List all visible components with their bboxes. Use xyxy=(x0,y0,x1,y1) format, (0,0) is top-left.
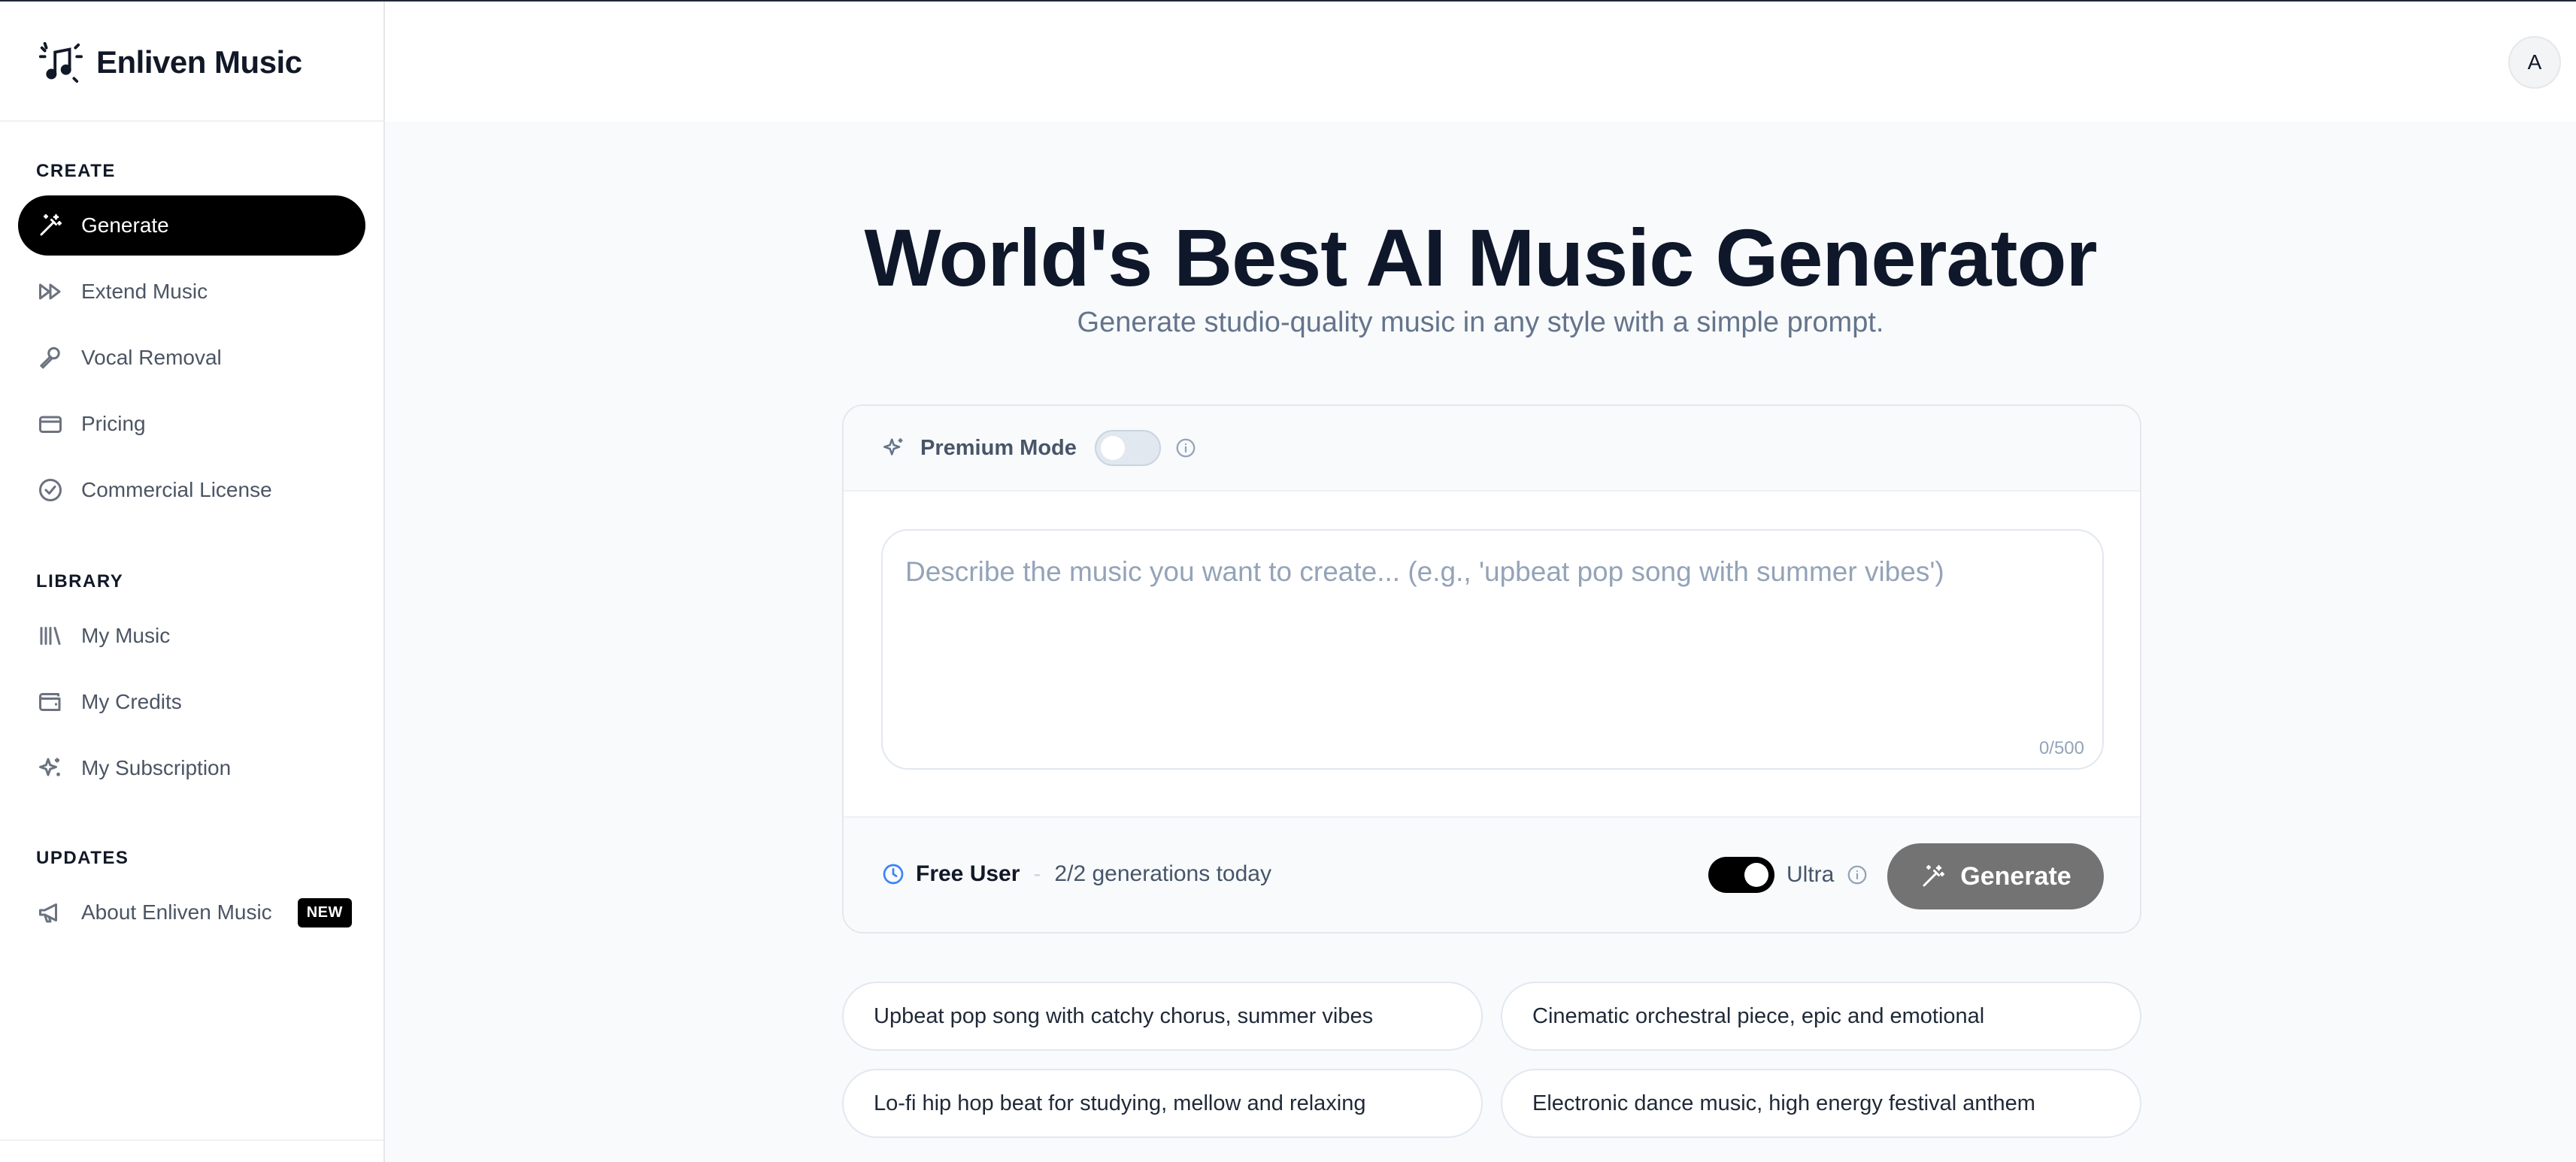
sidebar-item-my-music[interactable]: My Music xyxy=(18,606,365,666)
prompt-input[interactable] xyxy=(905,556,2078,729)
sidebar-item-label: Pricing xyxy=(81,412,146,435)
user-tier: Free User xyxy=(916,861,1020,886)
main-content: World's Best AI Music Generator Generate… xyxy=(385,122,2576,1162)
magic-wand-icon xyxy=(36,211,65,240)
top-header: A xyxy=(385,2,2576,122)
page-title: World's Best AI Music Generator xyxy=(864,212,2097,303)
ultra-toggle[interactable] xyxy=(1708,857,1774,893)
premium-mode-label: Premium Mode xyxy=(920,435,1077,460)
premium-mode-toggle[interactable] xyxy=(1094,430,1161,466)
sparkles-icon xyxy=(881,435,907,461)
user-avatar[interactable]: A xyxy=(2508,36,2561,89)
sidebar-divider xyxy=(0,120,383,122)
sidebar-item-label: Vocal Removal xyxy=(81,346,222,369)
ultra-label: Ultra xyxy=(1787,862,1835,887)
sidebar-item-about[interactable]: About Enliven Music NEW xyxy=(18,882,365,943)
generate-button-label: Generate xyxy=(1960,861,2071,891)
new-badge: NEW xyxy=(297,897,352,927)
sidebar-item-pricing[interactable]: Pricing xyxy=(18,394,365,454)
sidebar-item-label: My Subscription xyxy=(81,756,232,779)
sidebar-item-vocal-removal[interactable]: Vocal Removal xyxy=(18,328,365,388)
sidebar-item-label: About Enliven Music xyxy=(81,900,272,924)
suggestion-chip[interactable]: Lo-fi hip hop beat for studying, mellow … xyxy=(842,1069,1483,1138)
ultra-control: Ultra xyxy=(1708,857,1868,893)
sidebar-item-generate[interactable]: Generate xyxy=(18,195,365,256)
sidebar-item-label: Extend Music xyxy=(81,280,208,303)
sidebar-item-label: Commercial License xyxy=(81,478,272,501)
sidebar-item-label: My Music xyxy=(81,624,171,647)
character-counter: 0/500 xyxy=(2038,738,2084,758)
section-label-library: LIBRARY xyxy=(36,571,124,592)
info-icon[interactable] xyxy=(1174,437,1197,459)
section-label-create: CREATE xyxy=(36,161,116,181)
page-subtitle: Generate studio-quality music in any sty… xyxy=(1077,307,1884,338)
generations-count: 2/2 generations today xyxy=(1054,861,1271,886)
section-label-updates: UPDATES xyxy=(36,848,129,868)
premium-mode-bar: Premium Mode xyxy=(844,406,2140,492)
microphone-icon xyxy=(36,343,65,372)
brand-name: Enliven Music xyxy=(96,44,302,80)
wallet-icon xyxy=(36,688,65,716)
sparkles-icon xyxy=(36,754,65,782)
badge-check-icon xyxy=(36,476,65,504)
library-icon xyxy=(36,622,65,650)
generator-card: Premium Mode 0/500 Free User - xyxy=(842,404,2141,934)
sidebar-divider xyxy=(0,1139,383,1141)
sidebar-item-label: Generate xyxy=(81,213,169,237)
generate-button[interactable]: Generate xyxy=(1887,843,2104,909)
sidebar: Enliven Music CREATE Generate Extend Mus… xyxy=(0,2,385,1162)
music-notes-sparkle-icon xyxy=(36,39,83,86)
suggestion-chip[interactable]: Electronic dance music, high energy fest… xyxy=(1501,1069,2141,1138)
info-icon[interactable] xyxy=(1846,864,1868,886)
sidebar-item-my-subscription[interactable]: My Subscription xyxy=(18,738,365,798)
usage-status: Free User - 2/2 generations today xyxy=(881,861,1271,887)
megaphone-icon xyxy=(36,898,65,927)
magic-wand-icon xyxy=(1920,863,1947,890)
status-separator: - xyxy=(1033,861,1041,886)
suggestion-chip[interactable]: Upbeat pop song with catchy chorus, summ… xyxy=(842,982,1483,1051)
sidebar-item-my-credits[interactable]: My Credits xyxy=(18,672,365,732)
suggestion-chip[interactable]: Cinematic orchestral piece, epic and emo… xyxy=(1501,982,2141,1051)
fast-forward-icon xyxy=(36,277,65,306)
sidebar-item-commercial-license[interactable]: Commercial License xyxy=(18,460,365,520)
brand[interactable]: Enliven Music xyxy=(36,39,302,86)
prompt-input-container: 0/500 xyxy=(881,529,2104,770)
sidebar-item-extend-music[interactable]: Extend Music xyxy=(18,262,365,322)
generator-footer: Free User - 2/2 generations today Ultra xyxy=(844,816,2140,932)
sidebar-item-label: My Credits xyxy=(81,690,182,713)
clock-icon xyxy=(881,862,905,886)
credit-card-icon xyxy=(36,410,65,438)
